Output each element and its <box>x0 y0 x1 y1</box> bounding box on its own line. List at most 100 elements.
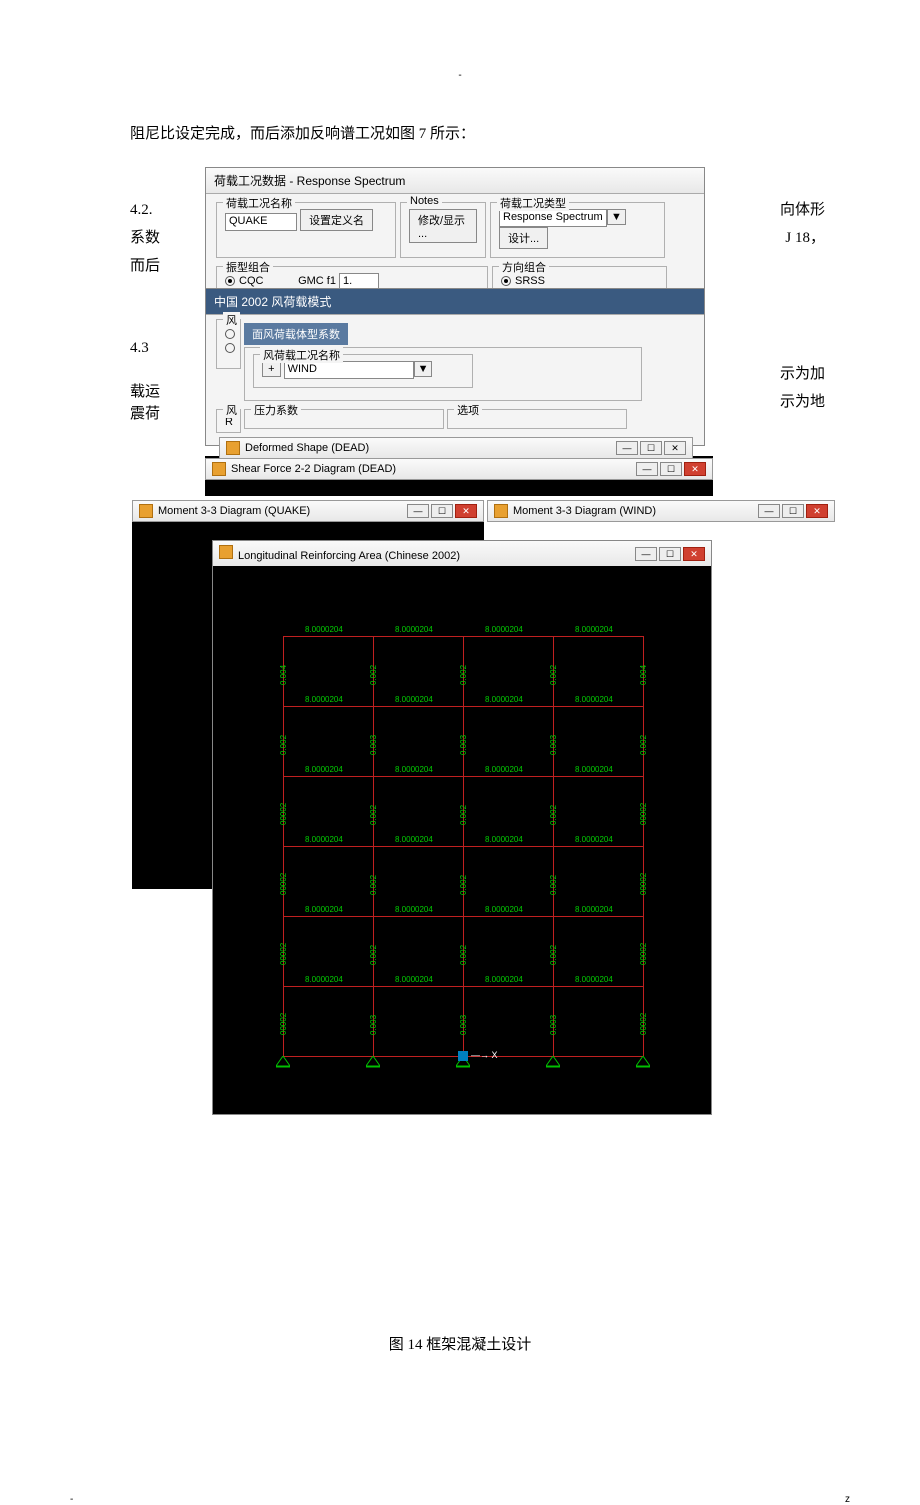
moment-quake-title: Moment 3-3 Diagram (QUAKE) <box>158 505 310 517</box>
column-value: 0.003 <box>549 1015 558 1035</box>
modal-combo-label: 振型组合 <box>223 259 273 275</box>
column-value: 0.002 <box>369 665 378 685</box>
wind-dialog-title: 中国 2002 风荷载模式 <box>206 289 704 315</box>
deformed-shape-title: Deformed Shape (DEAD) <box>245 442 369 454</box>
wind-shape-factor-tab[interactable]: 面风荷载体型系数 <box>244 323 348 345</box>
column-value: 00002 <box>639 873 648 895</box>
frame-canvas: 8.0000204 8.0000204 8.0000204 8.0000204 8.00… <box>213 566 711 1114</box>
beam-value: 8.0000204 <box>485 975 523 984</box>
close-button[interactable]: ✕ <box>683 547 705 561</box>
beam-value: 8.0000204 <box>395 625 433 634</box>
wind-radio-1[interactable] <box>225 329 235 339</box>
minimize-button[interactable]: — <box>407 504 429 518</box>
beam-value: 8.0000204 <box>485 625 523 634</box>
beam-value: 8.0000204 <box>305 905 343 914</box>
app-icon <box>139 504 153 518</box>
side-text-l1c: 而后 <box>130 252 160 281</box>
close-button[interactable]: ✕ <box>684 462 706 476</box>
maximize-button[interactable]: ☐ <box>640 441 662 455</box>
column-value: 0.002 <box>369 875 378 895</box>
beam-line <box>283 846 643 847</box>
beam-value: 8.0000204 <box>575 765 613 774</box>
column-value: 0.002 <box>549 875 558 895</box>
section-4-3: 4.3 <box>130 334 149 363</box>
column-value: 0.002 <box>459 945 468 965</box>
beam-line <box>283 636 643 637</box>
column-value: 00002 <box>279 1013 288 1035</box>
shear-force-title: Shear Force 2-2 Diagram (DEAD) <box>231 463 396 475</box>
app-icon <box>219 545 233 559</box>
wind-load-dialog: 中国 2002 风荷载模式 风 面风荷载体型系数 风荷载工况名称 + WIND▼ <box>205 288 705 446</box>
column-value: 0.002 <box>459 665 468 685</box>
maximize-button[interactable]: ☐ <box>782 504 804 518</box>
column-value: 0.002 <box>459 805 468 825</box>
shear-body <box>205 478 713 496</box>
radio-dir-srss[interactable] <box>501 276 511 286</box>
minimize-button[interactable]: — <box>616 441 638 455</box>
options-label: 选项 <box>454 402 482 418</box>
close-button[interactable]: ✕ <box>664 441 686 455</box>
intro-text: 阻尼比设定完成，而后添加反响谱工况如图 7 所示： <box>130 121 790 148</box>
minimize-button[interactable]: — <box>636 462 658 476</box>
beam-value: 8.0000204 <box>305 765 343 774</box>
shear-force-window: Shear Force 2-2 Diagram (DEAD) —☐✕ <box>205 458 713 480</box>
beam-value: 8.0000204 <box>485 765 523 774</box>
column-line <box>643 636 644 1056</box>
app-icon <box>494 504 508 518</box>
dialog-title: 荷载工况数据 - Response Spectrum <box>206 168 704 194</box>
column-value: 0.002 <box>279 735 288 755</box>
column-value: 0.003 <box>369 735 378 755</box>
beam-value: 8.0000204 <box>395 835 433 844</box>
modify-show-notes-button[interactable]: 修改/显示 ... <box>409 209 477 243</box>
section-4-2: 4.2. <box>130 196 153 225</box>
close-button[interactable]: ✕ <box>806 504 828 518</box>
column-value: 0.002 <box>639 735 648 755</box>
load-case-name-label: 荷载工况名称 <box>223 195 295 211</box>
wind-dropdown-icon[interactable]: ▼ <box>414 361 433 377</box>
column-value: 00002 <box>639 803 648 825</box>
column-value: 00002 <box>279 943 288 965</box>
beam-value: 8.0000204 <box>575 695 613 704</box>
load-case-name-input[interactable]: QUAKE <box>225 213 297 231</box>
reinforcing-title: Longitudinal Reinforcing Area (Chinese 2… <box>238 550 460 562</box>
beam-value: 8.0000204 <box>305 835 343 844</box>
column-value: 00002 <box>639 1013 648 1035</box>
pressure-coef-label: 压力系数 <box>251 402 301 418</box>
beam-value: 8.0000204 <box>305 975 343 984</box>
side-text-l2c: 震荷 <box>130 400 160 429</box>
beam-line <box>283 776 643 777</box>
minimize-button[interactable]: — <box>758 504 780 518</box>
maximize-button[interactable]: ☐ <box>660 462 682 476</box>
beam-value: 8.0000204 <box>485 905 523 914</box>
side-text-r1b: J 18， <box>785 224 825 253</box>
column-value: 0.002 <box>369 945 378 965</box>
maximize-button[interactable]: ☐ <box>431 504 453 518</box>
x-axis-label: —→ X <box>471 1050 498 1060</box>
wind-fs1-label: 风 <box>223 312 240 328</box>
column-value: 0.003 <box>369 1015 378 1035</box>
column-value: 0.002 <box>549 945 558 965</box>
beam-value: 8.0000204 <box>305 625 343 634</box>
moment-quake-window: Moment 3-3 Diagram (QUAKE) —☐✕ <box>132 500 484 522</box>
column-value: 00002 <box>279 803 288 825</box>
column-value: 0.002 <box>549 805 558 825</box>
app-icon <box>212 462 226 476</box>
load-case-type-select[interactable]: Response Spectrum <box>499 209 607 227</box>
maximize-button[interactable]: ☐ <box>659 547 681 561</box>
radio-cqc[interactable] <box>225 276 235 286</box>
close-button[interactable]: ✕ <box>455 504 477 518</box>
type-dropdown-icon[interactable]: ▼ <box>607 209 626 225</box>
minimize-button[interactable]: — <box>635 547 657 561</box>
deformed-shape-window: Deformed Shape (DEAD) —☐✕ <box>219 437 693 459</box>
plus-button[interactable]: + <box>262 361 280 377</box>
support-icon <box>276 1056 290 1068</box>
side-text-r1a: 向体形 <box>780 196 825 225</box>
column-value: 0.004 <box>279 665 288 685</box>
column-value: 0.003 <box>459 1015 468 1035</box>
beam-value: 8.0000204 <box>395 765 433 774</box>
design-button[interactable]: 设计... <box>499 227 548 249</box>
wind-radio-2[interactable] <box>225 343 235 353</box>
load-case-type-label: 荷载工况类型 <box>497 195 569 211</box>
set-def-name-button[interactable]: 设置定义名 <box>300 209 373 231</box>
wind-case-select[interactable]: WIND <box>284 361 414 379</box>
